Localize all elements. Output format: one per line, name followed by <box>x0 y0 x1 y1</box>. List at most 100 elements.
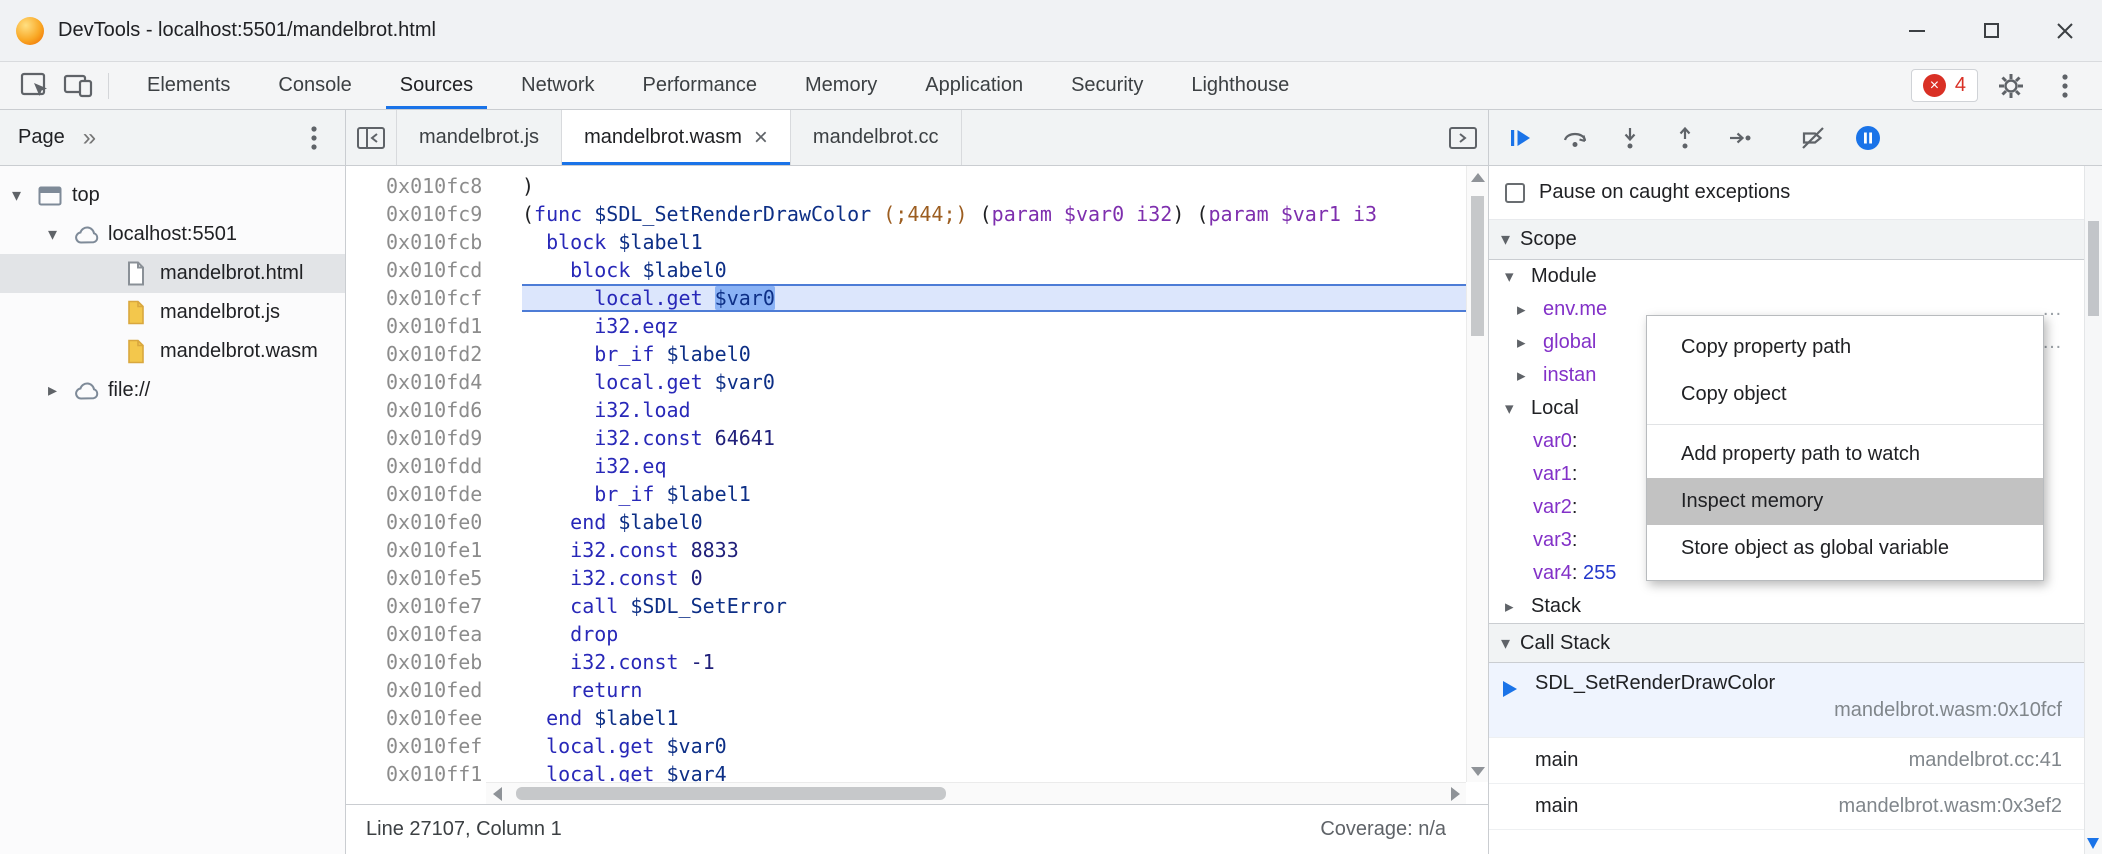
close-button[interactable] <box>2028 0 2102 61</box>
menu-item-copy-object[interactable]: Copy object <box>1647 371 2043 418</box>
code-line[interactable]: 0x010fd1 i32.eqz <box>346 312 1488 340</box>
source-tab-mandelbrot-wasm[interactable]: mandelbrot.wasm× <box>562 110 791 165</box>
byte-offset-gutter: 0x010ff1 <box>386 760 486 788</box>
code-line[interactable]: 0x010feb i32.const -1 <box>346 648 1488 676</box>
code-line[interactable]: 0x010fcb block $label1 <box>346 228 1488 256</box>
code-line-content: end $label1 <box>522 704 1488 732</box>
step-over-icon[interactable] <box>1557 118 1593 158</box>
call-stack-section-header[interactable]: ▾ Call Stack <box>1489 623 2102 663</box>
step-icon[interactable] <box>1722 118 1758 158</box>
tab-elements[interactable]: Elements <box>123 62 254 109</box>
menu-item-inspect-memory[interactable]: Inspect memory <box>1647 478 2043 525</box>
scope-row-stack[interactable]: ▸Stack <box>1489 590 2102 623</box>
scope-property-name: global <box>1543 331 1596 354</box>
navigator-menu-icon[interactable] <box>293 117 335 159</box>
frame-location: mandelbrot.cc:41 <box>1909 749 2062 772</box>
tree-item-file[interactable]: ▸file:// <box>0 371 345 410</box>
sidebar-scrollbar[interactable] <box>2084 166 2102 854</box>
caret-icon: ▾ <box>48 224 74 245</box>
byte-offset-gutter: 0x010fd6 <box>386 396 486 424</box>
code-line[interactable]: 0x010fd2 br_if $label0 <box>346 340 1488 368</box>
code-line[interactable]: 0x010fee end $label1 <box>346 704 1488 732</box>
device-toolbar-icon[interactable] <box>56 65 98 107</box>
source-tab-mandelbrot-js[interactable]: mandelbrot.js <box>396 110 562 165</box>
scope-row-module[interactable]: ▾Module <box>1489 260 2102 293</box>
tab-console[interactable]: Console <box>254 62 375 109</box>
tree-item-mandelbrot-js[interactable]: mandelbrot.js <box>0 293 345 332</box>
more-tabs-icon[interactable]: » <box>83 124 96 152</box>
call-stack: SDL_SetRenderDrawColormandelbrot.wasm:0x… <box>1489 663 2102 830</box>
horizontal-scroll-thumb[interactable] <box>516 787 946 800</box>
code-line[interactable]: 0x010fef local.get $var0 <box>346 732 1488 760</box>
menu-item-copy-property-path[interactable]: Copy property path <box>1647 324 2043 371</box>
pause-on-exceptions-icon[interactable] <box>1850 118 1886 158</box>
code-line[interactable]: 0x010fe0 end $label0 <box>346 508 1488 536</box>
close-tab-icon[interactable]: × <box>754 124 768 152</box>
byte-offset-gutter: 0x010fee <box>386 704 486 732</box>
tab-memory[interactable]: Memory <box>781 62 901 109</box>
tab-security[interactable]: Security <box>1047 62 1167 109</box>
inspect-element-icon[interactable] <box>14 65 56 107</box>
tree-item-mandelbrot-html[interactable]: mandelbrot.html <box>0 254 345 293</box>
code-line[interactable]: 0x010fea drop <box>346 620 1488 648</box>
tree-item-localhost-5501[interactable]: ▾localhost:5501 <box>0 215 345 254</box>
source-tab-mandelbrot-cc[interactable]: mandelbrot.cc <box>791 110 962 165</box>
scroll-left-icon[interactable] <box>486 783 508 804</box>
menu-item-store-object-as-global-variable[interactable]: Store object as global variable <box>1647 525 2043 572</box>
step-into-icon[interactable] <box>1612 118 1648 158</box>
pause-on-caught-checkbox[interactable] <box>1505 183 1525 203</box>
scroll-right-icon[interactable] <box>1444 783 1466 804</box>
scroll-down-icon[interactable] <box>1467 760 1488 782</box>
tab-lighthouse[interactable]: Lighthouse <box>1167 62 1313 109</box>
code-line[interactable]: 0x010fed return <box>346 676 1488 704</box>
code-line[interactable]: 0x010fd6 i32.load <box>346 396 1488 424</box>
settings-gear-icon[interactable] <box>1990 65 2032 107</box>
code-editor[interactable]: 0x010fc8)0x010fc9(func $SDL_SetRenderDra… <box>346 166 1488 804</box>
code-line[interactable]: 0x010fe7 call $SDL_SetError <box>346 592 1488 620</box>
editor-horizontal-scrollbar[interactable] <box>486 782 1466 804</box>
tab-sources[interactable]: Sources <box>376 62 497 109</box>
tab-performance[interactable]: Performance <box>619 62 782 109</box>
vertical-scroll-thumb[interactable] <box>1471 196 1484 336</box>
kebab-menu-icon[interactable] <box>2044 65 2086 107</box>
code-line[interactable]: 0x010fe5 i32.const 0 <box>346 564 1488 592</box>
tab-application[interactable]: Application <box>901 62 1047 109</box>
code-line[interactable]: 0x010fc8) <box>346 172 1488 200</box>
maximize-button[interactable] <box>1954 0 2028 61</box>
code-line[interactable]: 0x010fd4 local.get $var0 <box>346 368 1488 396</box>
call-stack-frame-main[interactable]: mainmandelbrot.cc:41 <box>1489 738 2102 784</box>
code-line[interactable]: 0x010fdd i32.eq <box>346 452 1488 480</box>
tab-network[interactable]: Network <box>497 62 618 109</box>
code-line-content: i32.load <box>522 396 1488 424</box>
code-line[interactable]: 0x010fc9(func $SDL_SetRenderDrawColor (;… <box>346 200 1488 228</box>
sidebar-scroll-thumb[interactable] <box>2088 221 2099 316</box>
minimize-button[interactable] <box>1880 0 1954 61</box>
menu-item-add-property-path-to-watch[interactable]: Add property path to watch <box>1647 431 2043 478</box>
devtools-logo-icon <box>16 17 44 45</box>
tree-item-top[interactable]: ▾top <box>0 176 345 215</box>
code-line-content: drop <box>522 620 1488 648</box>
scope-section-header[interactable]: ▾ Scope <box>1489 220 2102 260</box>
source-tab-label: mandelbrot.cc <box>813 126 939 149</box>
call-stack-frame-main[interactable]: mainmandelbrot.wasm:0x3ef2 <box>1489 784 2102 830</box>
scroll-more-icon[interactable] <box>2087 838 2099 849</box>
collapse-panel-icon[interactable] <box>346 110 396 165</box>
resume-script-icon[interactable] <box>1502 118 1538 158</box>
code-line[interactable]: 0x010fe1 i32.const 8833 <box>346 536 1488 564</box>
code-line[interactable]: 0x010fcf local.get $var0 <box>346 284 1488 312</box>
open-sidebar-icon[interactable] <box>1438 110 1488 165</box>
tab-page[interactable]: Page <box>18 126 65 149</box>
scroll-up-icon[interactable] <box>1467 166 1488 188</box>
byte-offset-gutter: 0x010fe5 <box>386 564 486 592</box>
code-line[interactable]: 0x010fde br_if $label1 <box>346 480 1488 508</box>
code-line[interactable]: 0x010fcd block $label0 <box>346 256 1488 284</box>
code-line[interactable]: 0x010fd9 i32.const 64641 <box>346 424 1488 452</box>
step-out-icon[interactable] <box>1667 118 1703 158</box>
frame-location: mandelbrot.wasm:0x10fcf <box>1535 699 2062 722</box>
devtools-window: DevTools - localhost:5501/mandelbrot.htm… <box>0 0 2102 854</box>
editor-vertical-scrollbar[interactable] <box>1466 166 1488 782</box>
error-badge[interactable]: × 4 <box>1911 69 1978 102</box>
deactivate-breakpoints-icon[interactable] <box>1795 118 1831 158</box>
tree-item-mandelbrot-wasm[interactable]: mandelbrot.wasm <box>0 332 345 371</box>
call-stack-frame-sdl-setrenderdrawcolor[interactable]: SDL_SetRenderDrawColormandelbrot.wasm:0x… <box>1489 663 2102 738</box>
